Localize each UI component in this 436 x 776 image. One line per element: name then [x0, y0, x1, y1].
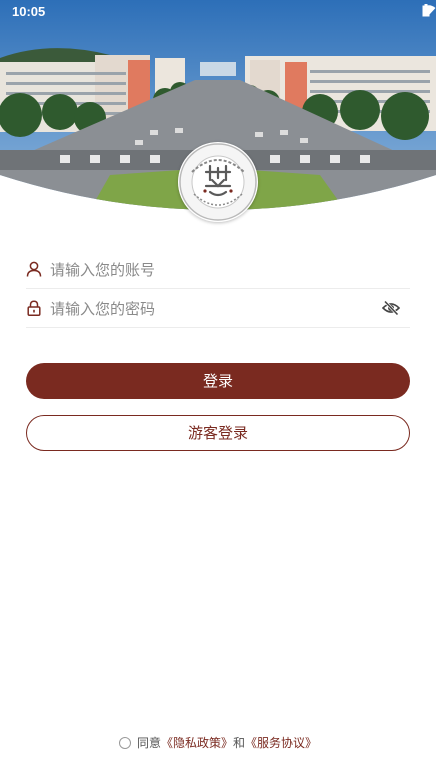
status-time: 10:05 — [12, 4, 46, 19]
password-input[interactable] — [48, 295, 382, 323]
account-field — [26, 250, 410, 289]
lock-icon — [27, 300, 41, 316]
battery-icon — [422, 4, 430, 17]
guest-login-button[interactable]: 游客登录 — [26, 415, 410, 451]
agreement-row: 同意《隐私政策》和《服务协议》 — [0, 734, 436, 751]
eye-off-icon[interactable] — [382, 299, 400, 317]
university-seal-logo — [178, 142, 258, 222]
status-bar: 10:05 — [0, 0, 436, 22]
service-agreement-link[interactable]: 《服务协议》 — [245, 736, 317, 750]
agreement-conjunction: 和 — [233, 736, 246, 750]
user-icon — [26, 261, 42, 277]
privacy-policy-link[interactable]: 《隐私政策》 — [161, 736, 233, 750]
agreement-prefix: 同意 — [136, 736, 161, 750]
login-button[interactable]: 登录 — [26, 363, 410, 399]
password-field — [26, 289, 410, 328]
account-input[interactable] — [48, 256, 382, 284]
agreement-radio[interactable] — [118, 737, 131, 749]
